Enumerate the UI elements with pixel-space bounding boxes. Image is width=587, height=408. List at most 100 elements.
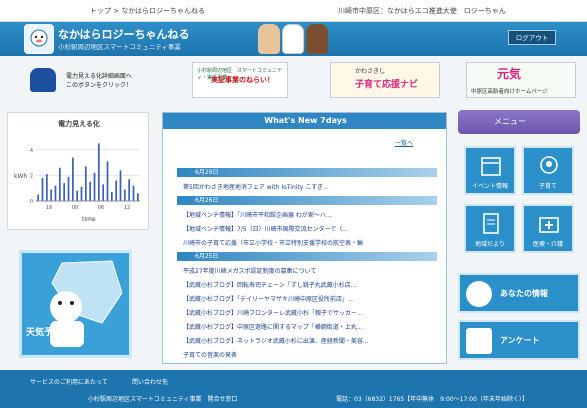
visualize-banner-text: 電力見える化詳細画面へ このボタンをクリック！ (66, 73, 133, 89)
footer-phone: 電話：03（6832）1765【年中無休 9:00〜17:00（年末年始除く）】 (336, 396, 528, 403)
power-chart-panel[interactable]: 電力見える化 kWh time 0 2 4 18 00 06 12 (7, 112, 149, 230)
chart-bar (93, 172, 96, 201)
chart-bar (97, 143, 100, 201)
news-date: 6月29日 (177, 168, 437, 177)
chart-bar (115, 180, 118, 201)
kosodate-banner[interactable]: かわさきし 子育て応援ナビ (330, 62, 440, 98)
news-item[interactable]: 【武蔵小杉ブログ】中原区遊路に関するマップ「横綱街道・上丸... (183, 322, 437, 331)
news-list-link[interactable]: 一覧へ (395, 138, 413, 147)
chart-bar (41, 177, 44, 201)
your-info-button[interactable]: あなたの情報 (458, 273, 580, 313)
chart-xlabel: time (82, 216, 96, 223)
service-notice-link[interactable]: サービスのご利用にあたって (30, 377, 108, 386)
parent-child-icon (540, 156, 558, 174)
demo-project-banner[interactable]: 小杉駅周辺地区 スマートコミュニティ・実証事業 実証事業のねらい！ (192, 62, 288, 98)
y-tick-label: 0 (30, 199, 33, 205)
kosodate-main: 子育て応援ナビ (355, 80, 419, 90)
chart-bar (50, 189, 53, 201)
menu-heading: メニュー (458, 110, 580, 134)
logout-button[interactable]: ログアウト (508, 30, 556, 45)
banner-row: 電力見える化詳細画面へ このボタンをクリック！ 小杉駅周辺地区 スマートコミュニ… (0, 58, 587, 102)
news-date: 6月26日 (177, 196, 437, 205)
calendar-icon (481, 157, 501, 176)
news-date: 6月25日 (177, 252, 437, 261)
x-tick-label: 12 (124, 205, 130, 211)
x-tick-label: 18 (46, 205, 52, 211)
survey-button[interactable]: アンケート (458, 320, 580, 360)
y-tick-label: 2 (30, 173, 33, 179)
survey-label: アンケート (500, 336, 540, 345)
chart-bar (71, 157, 74, 201)
power-chart: 0 2 4 18 00 06 12 (30, 143, 140, 211)
footer: サービスのご利用にあたって 問い合わせ先 小杉駅周辺地区スマートコミュニティ事業… (0, 370, 587, 408)
news-item[interactable]: 【武蔵小杉ブログ】ネットラジオ武蔵小杉に出演、産経新聞・美容... (183, 336, 437, 345)
user-info: 川崎市中原区：なかはらエコ推進大使 ロジーちゃん (338, 7, 506, 15)
character-illustration (258, 24, 330, 54)
chart-bar (128, 179, 131, 201)
contact-link[interactable]: 問い合わせ先 (132, 377, 168, 386)
childcare-tile[interactable]: 子育て (522, 146, 574, 195)
y-tick-label: 4 (30, 148, 33, 154)
chart-bar (63, 183, 66, 201)
site-title: なかはらロジーちゃんねる (58, 28, 190, 41)
genki-sub: 中原区高齢者向けホームページ (471, 89, 548, 95)
chart-bar (80, 186, 83, 201)
medical-kit-icon (539, 217, 559, 233)
chart-bar (54, 185, 57, 201)
breadcrumb[interactable]: トップ > なかはらロジーちゃんねる (90, 6, 205, 16)
chart-bar (102, 184, 105, 201)
chart-bar (76, 190, 79, 201)
news-item[interactable]: 【武蔵小杉ブログ】回転寿司チェーン「すし銚子丸武蔵小杉店... (183, 280, 437, 289)
news-item[interactable]: 子育ての音楽の発表 (183, 350, 437, 359)
chart-bar (58, 167, 61, 201)
x-tick-label: 00 (72, 205, 78, 211)
news-item[interactable]: 川崎市の子育て応援（市立小学校・市立特別支援学校の航空表・輪 (183, 238, 437, 247)
chart-bar (45, 174, 48, 201)
x-tick-label: 06 (98, 205, 104, 211)
chart-bar (123, 189, 126, 201)
news-item[interactable]: 【地域ベンチ情報】7/5（日）川崎市国際交流センターで（... (183, 224, 437, 233)
news-item[interactable]: 【武蔵小杉ブログ】川崎フロンターレ武蔵小杉「親子でサッカー... (183, 308, 437, 317)
tile-label: 子育て (538, 183, 557, 190)
genki-banner[interactable]: 元気 中原区高齢者向けホームページ (466, 62, 576, 98)
chart-bar (89, 181, 92, 201)
chart-bar (106, 161, 109, 201)
your-info-label: あなたの情報 (500, 289, 548, 298)
dog-icon (282, 24, 304, 54)
site-subtitle: 小杉駅周辺地区スマートコミュニティ事業 (58, 43, 181, 51)
chart-bar (84, 166, 87, 201)
tanuki-icon (306, 24, 328, 54)
user-icon (466, 281, 492, 307)
event-info-tile[interactable]: イベント情報 (464, 146, 516, 195)
tile-label: 医療・介護 (532, 241, 563, 248)
tile-label: イベント情報 (471, 183, 508, 190)
push-button-icon (30, 68, 56, 92)
chart-bar (110, 192, 113, 201)
weather-tile[interactable]: 天気予報 (19, 250, 132, 358)
chart-bar (37, 194, 40, 201)
clipboard-icon (466, 328, 492, 354)
logo (24, 24, 54, 54)
document-icon (483, 213, 499, 234)
weather-label: 天気予報 (26, 328, 63, 338)
rabbit-icon (258, 24, 280, 54)
news-panel: What's New 7days 一覧へ 6月29日 第5回かわさき地産地消フェ… (162, 112, 447, 364)
genki-main: 元気 (497, 67, 522, 81)
news-heading: What's New 7days (163, 113, 446, 129)
news-item[interactable]: 【地域ベンチ情報】「川崎市平和館企画展 わが家〜ハ... (183, 210, 437, 219)
mascot-icon (30, 29, 48, 47)
chart-bar (136, 193, 139, 201)
visualize-banner[interactable]: 電力見える化詳細画面へ このボタンをクリック！ (30, 62, 168, 98)
top-bar: トップ > なかはらロジーちゃんねる 川崎市中原区：なかはらエコ推進大使 ロジー… (0, 0, 587, 22)
medical-care-tile[interactable]: 医療・介護 (522, 204, 574, 253)
news-item[interactable]: 【武蔵小杉ブログ】「デイリーヤマザキ川崎中原区役所前店」... (183, 294, 437, 303)
community-news-tile[interactable]: 地域だより (464, 204, 516, 253)
chart-bar (132, 185, 135, 201)
tile-label: 地域だより (475, 241, 505, 248)
news-item[interactable]: 平成27年度川崎メガスポ認証制度の募集について (183, 266, 437, 275)
chart-title: 電力見える化 (58, 120, 100, 128)
footer-org: 小杉駅周辺地区スマートコミュニティ事業 開合せ窓口 (88, 396, 238, 403)
chart-bar (119, 170, 122, 201)
demo-project-main: 実証事業のねらい！ (211, 76, 274, 84)
news-item[interactable]: 第5回かわさき地産地消フェア with IoTinity こすぎ... (183, 182, 437, 191)
